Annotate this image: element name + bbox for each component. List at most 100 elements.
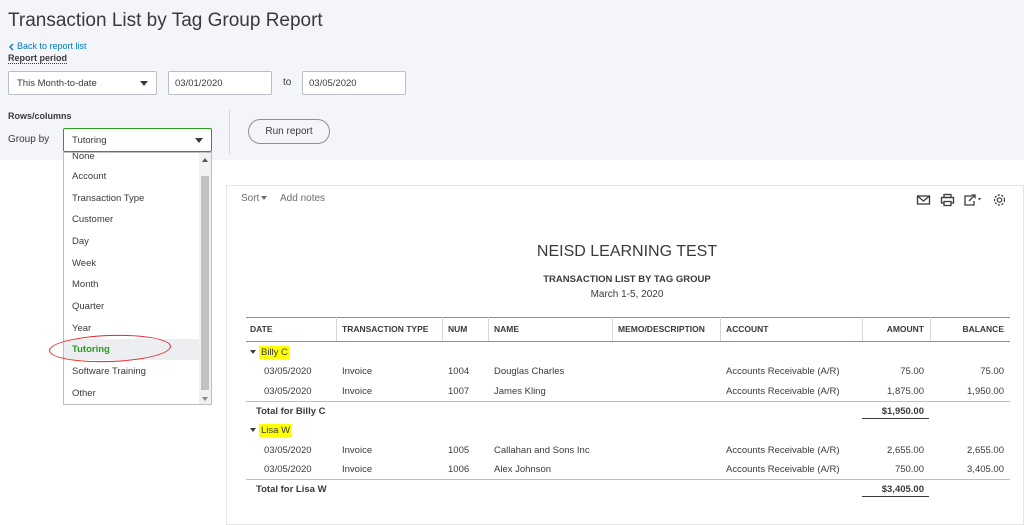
cell-transaction-type[interactable]: Invoice bbox=[342, 366, 372, 377]
vertical-divider bbox=[229, 110, 230, 154]
column-divider bbox=[442, 317, 443, 341]
report-period-value: This Month-to-date bbox=[17, 78, 97, 89]
group-total-amount: $3,405.00 bbox=[881, 484, 924, 495]
company-name: NEISD LEARNING TEST bbox=[536, 243, 718, 260]
cell-num: 1007 bbox=[448, 386, 470, 397]
dropdown-item-year[interactable]: Year bbox=[64, 318, 200, 339]
cell-amount: 2,655.00 bbox=[887, 445, 924, 456]
column-header-num[interactable]: NUM bbox=[448, 324, 467, 334]
caret-down-icon bbox=[195, 138, 203, 143]
dropdown-item-transaction-type[interactable]: Transaction Type bbox=[64, 188, 200, 209]
dropdown-item-month[interactable]: Month bbox=[64, 274, 200, 295]
report-name: TRANSACTION LIST BY TAG GROUP bbox=[543, 274, 711, 285]
sort-button[interactable]: Sort bbox=[241, 193, 268, 204]
page-title: Transaction List by Tag Group Report bbox=[8, 10, 323, 31]
table-header-top-line bbox=[246, 317, 1010, 318]
cell-date: 03/05/2020 bbox=[264, 464, 312, 475]
column-divider bbox=[720, 317, 721, 341]
group-name: Lisa W bbox=[259, 424, 293, 437]
column-divider bbox=[930, 317, 931, 341]
dropdown-item-day[interactable]: Day bbox=[64, 231, 200, 252]
cell-name: Alex Johnson bbox=[494, 464, 552, 475]
cell-name: James Kling bbox=[494, 386, 546, 397]
dropdown-item-software-training[interactable]: Software Training bbox=[64, 361, 200, 382]
to-label: to bbox=[283, 77, 292, 88]
dropdown-item-customer[interactable]: Customer bbox=[64, 209, 200, 230]
add-notes-button[interactable]: Add notes bbox=[280, 193, 325, 204]
run-report-button[interactable]: Run report bbox=[248, 119, 330, 144]
back-link-label: Back to report list bbox=[17, 41, 87, 51]
dropdown-item-account[interactable]: Account bbox=[64, 166, 200, 187]
column-header-account[interactable]: ACCOUNT bbox=[726, 324, 769, 334]
dropdown-item-week[interactable]: Week bbox=[64, 253, 200, 274]
cell-date: 03/05/2020 bbox=[264, 445, 312, 456]
group-by-select[interactable]: Tutoring bbox=[63, 128, 212, 152]
caret-down-icon bbox=[250, 350, 256, 355]
table-header-bottom-line bbox=[246, 341, 1010, 342]
cell-account: Accounts Receivable (A/R) bbox=[726, 366, 840, 377]
settings-icon[interactable] bbox=[992, 193, 1007, 207]
total-underline bbox=[862, 496, 929, 497]
cell-account: Accounts Receivable (A/R) bbox=[726, 386, 840, 397]
group-toggle-lisa-w[interactable]: Lisa W bbox=[250, 424, 293, 437]
chevron-left-icon bbox=[9, 43, 14, 51]
email-icon[interactable] bbox=[916, 193, 931, 207]
report-toolbar: Sort Add notes bbox=[226, 185, 1024, 213]
group-toggle-billy-c[interactable]: Billy C bbox=[250, 346, 290, 359]
dropdown-item-quarter[interactable]: Quarter bbox=[64, 296, 200, 317]
start-date-input[interactable]: 03/01/2020 bbox=[168, 71, 272, 95]
scrollbar-thumb[interactable] bbox=[201, 176, 209, 390]
cell-num: 1005 bbox=[448, 445, 470, 456]
total-divider bbox=[246, 479, 1010, 480]
column-header-transaction-type[interactable]: TRANSACTION TYPE bbox=[342, 324, 428, 334]
cell-balance: 1,950.00 bbox=[967, 386, 1004, 397]
rows-columns-label: Rows/columns bbox=[8, 111, 72, 121]
cell-num: 1004 bbox=[448, 366, 470, 377]
cell-date: 03/05/2020 bbox=[264, 386, 312, 397]
cell-transaction-type[interactable]: Invoice bbox=[342, 464, 372, 475]
group-by-dropdown[interactable]: None Account Transaction Type Customer D… bbox=[63, 152, 212, 405]
group-total-label: Total for Billy C bbox=[256, 406, 326, 417]
column-header-amount[interactable]: AMOUNT bbox=[864, 324, 924, 334]
cell-account: Accounts Receivable (A/R) bbox=[726, 464, 840, 475]
cell-transaction-type[interactable]: Invoice bbox=[342, 445, 372, 456]
group-total-amount: $1,950.00 bbox=[881, 406, 924, 417]
group-name: Billy C bbox=[259, 346, 290, 359]
column-divider bbox=[862, 317, 863, 341]
cell-date: 03/05/2020 bbox=[264, 366, 312, 377]
back-to-report-list-link[interactable]: Back to report list bbox=[8, 41, 87, 51]
column-header-memo[interactable]: MEMO/DESCRIPTION bbox=[618, 324, 705, 334]
cell-transaction-type[interactable]: Invoice bbox=[342, 386, 372, 397]
cell-account: Accounts Receivable (A/R) bbox=[726, 445, 840, 456]
cell-name: Douglas Charles bbox=[494, 366, 565, 377]
cell-num: 1006 bbox=[448, 464, 470, 475]
total-underline bbox=[862, 418, 929, 419]
column-header-name[interactable]: NAME bbox=[494, 324, 519, 334]
group-by-label: Group by bbox=[8, 134, 50, 145]
cell-amount: 75.00 bbox=[900, 366, 924, 377]
export-icon[interactable] bbox=[963, 193, 985, 207]
caret-down-icon bbox=[250, 428, 256, 433]
column-divider bbox=[336, 317, 337, 341]
column-divider bbox=[488, 317, 489, 341]
report-period-select[interactable]: This Month-to-date bbox=[8, 71, 157, 95]
scroll-up-arrow-icon[interactable] bbox=[202, 158, 208, 162]
group-by-value: Tutoring bbox=[72, 135, 107, 146]
end-date-input[interactable]: 03/05/2020 bbox=[302, 71, 406, 95]
total-divider bbox=[246, 401, 1010, 402]
report-date-range: March 1-5, 2020 bbox=[590, 289, 664, 300]
dropdown-item-tutoring[interactable]: Tutoring bbox=[64, 339, 200, 360]
scroll-down-arrow-icon[interactable] bbox=[202, 397, 208, 401]
group-total-label: Total for Lisa W bbox=[256, 484, 327, 495]
caret-down-icon bbox=[140, 81, 148, 86]
print-icon[interactable] bbox=[940, 193, 955, 207]
cell-amount: 1,875.00 bbox=[887, 386, 924, 397]
column-header-balance[interactable]: BALANCE bbox=[934, 324, 1004, 334]
column-header-date[interactable]: DATE bbox=[250, 324, 273, 334]
dropdown-scrollbar[interactable] bbox=[199, 153, 211, 404]
dropdown-item-other[interactable]: Other bbox=[64, 383, 200, 404]
sort-label: Sort bbox=[241, 193, 260, 204]
report-period-label: Report period bbox=[8, 53, 68, 64]
dropdown-item-none[interactable]: None bbox=[64, 153, 200, 167]
cell-amount: 750.00 bbox=[894, 464, 924, 475]
